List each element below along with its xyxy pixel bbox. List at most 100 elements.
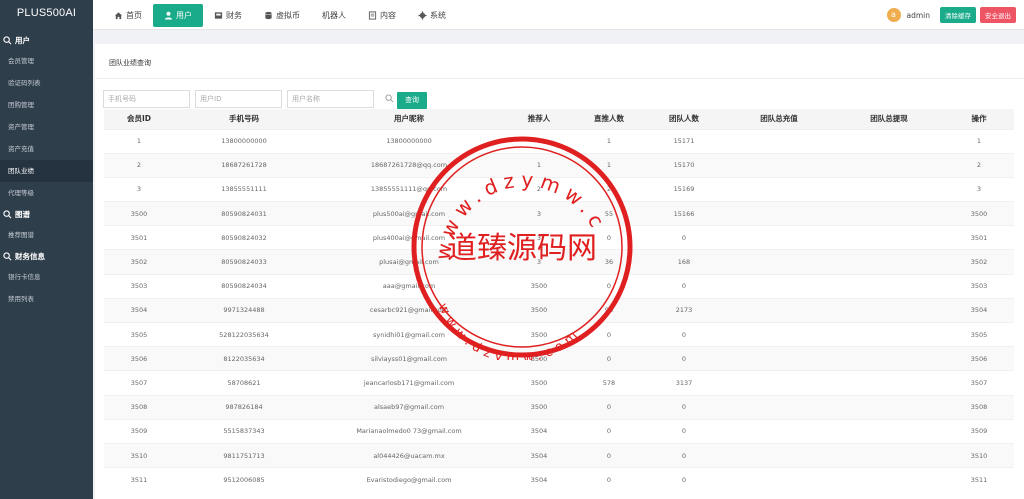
main-nav: 首页 用户 财务 虚拟币 机器人 内容 系统 xyxy=(103,0,457,30)
action-cell[interactable]: 3 xyxy=(944,176,1014,202)
sidebar-item-group-buy[interactable]: 团购管理 xyxy=(0,94,93,116)
table-cell: al044426@uacam.mx xyxy=(314,442,504,468)
table-cell: 3511 xyxy=(104,467,174,492)
sidebar-section-user[interactable]: 用户 xyxy=(0,30,93,50)
top-right-tools: a admin 清除缓存 安全退出 xyxy=(886,0,1016,30)
nav-system[interactable]: 系统 xyxy=(407,4,457,27)
table-cell: 3503 xyxy=(104,273,174,299)
action-cell[interactable]: 3508 xyxy=(944,394,1014,420)
nav-content[interactable]: 内容 xyxy=(357,4,407,27)
document-icon xyxy=(368,10,377,20)
action-cell[interactable]: 3507 xyxy=(944,370,1014,396)
nav-label: 用户 xyxy=(176,10,192,20)
table-row: 3505 528122035634 synidhi01@gmail.com 3500 0… xyxy=(104,321,1014,347)
table-cell: 0 xyxy=(644,442,724,468)
username-input[interactable]: 用户名称 xyxy=(287,90,374,108)
table-cell: 0 xyxy=(574,273,644,299)
clear-cache-button[interactable]: 清除缓存 xyxy=(940,7,976,23)
table-row: 3504 9971324488 cesarbc921@gmail.com 3500 98… xyxy=(104,297,1014,323)
column-header: 会员ID xyxy=(104,109,174,129)
table-cell: 0 xyxy=(644,321,724,347)
nav-label: 虚拟币 xyxy=(276,10,300,20)
table-cell xyxy=(724,297,834,323)
sidebar-item-team-performance[interactable]: 团队业绩 xyxy=(0,160,93,182)
action-cell[interactable]: 3505 xyxy=(944,321,1014,347)
table-cell: 3500 xyxy=(504,297,574,323)
action-cell[interactable]: 3511 xyxy=(944,467,1014,492)
nav-robot[interactable]: 机器人 xyxy=(311,4,357,27)
table-cell: 80590824034 xyxy=(174,273,314,299)
table-cell xyxy=(724,201,834,226)
table-cell xyxy=(834,225,944,250)
phone-input[interactable]: 手机号码 xyxy=(103,90,190,108)
table-cell xyxy=(724,370,834,396)
table-cell: 3 xyxy=(104,176,174,202)
nav-crypto[interactable]: 虚拟币 xyxy=(253,4,311,27)
logout-button[interactable]: 安全退出 xyxy=(980,7,1016,23)
sidebar-item-blocklist[interactable]: 禁用列表 xyxy=(0,288,93,310)
action-cell[interactable]: 3503 xyxy=(944,273,1014,299)
column-header: 直推人数 xyxy=(574,109,644,129)
query-button[interactable]: 查询 xyxy=(397,92,427,109)
sidebar-item-members[interactable]: 会员管理 xyxy=(0,50,93,72)
table-cell xyxy=(834,394,944,420)
table-cell: 13800000000 xyxy=(314,128,504,154)
table-cell xyxy=(834,273,944,299)
table-cell xyxy=(724,442,834,468)
sidebar-section-graph[interactable]: 图谱 xyxy=(0,204,93,224)
table-cell: 0 xyxy=(574,225,644,250)
table-cell: 3501 xyxy=(104,225,174,250)
sidebar-item-referral-graph[interactable]: 推荐图谱 xyxy=(0,224,93,246)
nav-home[interactable]: 首页 xyxy=(103,4,153,27)
sidebar-item-asset-recharge[interactable]: 资产充值 xyxy=(0,138,93,160)
sidebar-item-captcha[interactable]: 验证码列表 xyxy=(0,72,93,94)
action-cell[interactable]: 3500 xyxy=(944,201,1014,226)
table-row: 3503 80590824034 aaa@gmail.com 3500 0 0 3503 xyxy=(104,273,1014,299)
table-cell: 1 xyxy=(574,152,644,178)
table-cell xyxy=(834,321,944,347)
sidebar-item-bank-card[interactable]: 银行卡信息 xyxy=(0,266,93,288)
app-logo: PLUS500AI xyxy=(16,7,77,19)
action-cell[interactable]: 3506 xyxy=(944,346,1014,371)
table-cell: 0 xyxy=(644,467,724,492)
username[interactable]: admin xyxy=(907,11,931,20)
table-cell xyxy=(834,442,944,468)
action-cell[interactable]: 3501 xyxy=(944,225,1014,250)
action-cell[interactable]: 3502 xyxy=(944,249,1014,275)
table-cell: 3 xyxy=(504,225,574,250)
table-cell: 0 xyxy=(504,128,574,154)
column-header: 团队总提现 xyxy=(834,109,944,129)
sidebar-section-finance[interactable]: 财务信息 xyxy=(0,246,93,266)
table-cell: 80590824033 xyxy=(174,249,314,275)
table-row: 3502 80590824033 plusai@gmail.com 3 36 168 350… xyxy=(104,249,1014,275)
table-row: 1 13800000000 13800000000 0 1 15171 1 xyxy=(104,128,1014,154)
table-cell: plus400ai@gmail.com xyxy=(314,225,504,250)
nav-user[interactable]: 用户 xyxy=(153,3,203,27)
table-cell: 13800000000 xyxy=(174,128,314,154)
action-cell[interactable]: 3510 xyxy=(944,442,1014,468)
table-cell: 18687261728@qq.com xyxy=(314,152,504,178)
divider xyxy=(95,78,1024,79)
top-bar: 首页 用户 财务 虚拟币 机器人 内容 系统 a admin 清除缓存 安全退出 xyxy=(93,0,1024,30)
table-cell xyxy=(834,297,944,323)
table-cell: 1 xyxy=(574,128,644,154)
nav-label: 系统 xyxy=(430,10,446,20)
column-header: 推荐人 xyxy=(504,109,574,129)
action-cell[interactable]: 3509 xyxy=(944,418,1014,444)
nav-finance[interactable]: 财务 xyxy=(203,4,253,27)
action-cell[interactable]: 2 xyxy=(944,152,1014,178)
table-row: 3507 58708621 jeancarlosb171@gmail.com 3500… xyxy=(104,370,1014,396)
table-cell xyxy=(834,467,944,492)
action-cell[interactable]: 3504 xyxy=(944,297,1014,323)
avatar[interactable]: a xyxy=(886,8,901,22)
sidebar-item-assets[interactable]: 资产管理 xyxy=(0,116,93,138)
userid-input[interactable]: 用户ID xyxy=(195,90,282,108)
table-cell xyxy=(724,249,834,275)
table-cell: 0 xyxy=(574,467,644,492)
table-cell: 9512006085 xyxy=(174,467,314,492)
table-cell: 3502 xyxy=(104,249,174,275)
sidebar-item-agent-level[interactable]: 代理等级 xyxy=(0,182,93,204)
table-cell: 1 xyxy=(104,128,174,154)
table-cell: 528122035634 xyxy=(174,321,314,347)
action-cell[interactable]: 1 xyxy=(944,128,1014,154)
